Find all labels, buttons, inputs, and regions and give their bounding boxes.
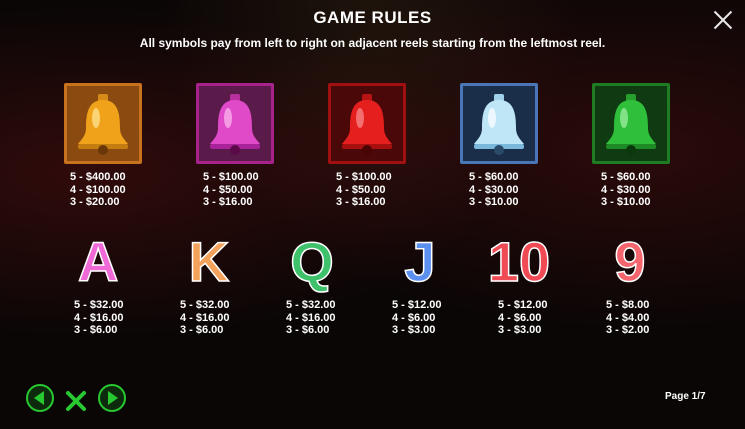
- paytable-red-bell: 5 - $100.00 4 - $50.00 3 - $16.00: [336, 171, 392, 208]
- red-bell-symbol: [328, 83, 406, 164]
- paytable-10: 5 - $12.00 4 - $6.00 3 - $3.00: [498, 299, 548, 336]
- paytable-gold-bell: 5 - $400.00 4 - $100.00 3 - $20.00: [70, 171, 126, 208]
- paytable-blue-bell: 5 - $60.00 4 - $30.00 3 - $10.00: [469, 171, 519, 208]
- paytable-green-bell: 5 - $60.00 4 - $30.00 3 - $10.00: [601, 171, 651, 208]
- pink-bell-symbol: [196, 83, 274, 164]
- bell-icon: [78, 93, 128, 155]
- blue-bell-symbol: [460, 83, 538, 164]
- close-icon[interactable]: [711, 8, 735, 32]
- symbol-q: Q: [289, 230, 334, 293]
- symbol-9: 9: [614, 230, 647, 293]
- page-subtitle: All symbols pay from left to right on ad…: [139, 36, 606, 50]
- next-page-button[interactable]: [98, 384, 126, 412]
- symbol-k: K: [188, 230, 230, 293]
- paytable-q: 5 - $32.00 4 - $16.00 3 - $6.00: [286, 299, 336, 336]
- green-x-icon[interactable]: [64, 389, 88, 413]
- background: [0, 0, 745, 429]
- arrow-left-icon: [34, 391, 44, 405]
- paytable-j: 5 - $12.00 4 - $6.00 3 - $3.00: [392, 299, 442, 336]
- page-title: GAME RULES: [313, 8, 432, 27]
- paytable-k: 5 - $32.00 4 - $16.00 3 - $6.00: [180, 299, 230, 336]
- paytable-pink-bell: 5 - $100.00 4 - $50.00 3 - $16.00: [203, 171, 259, 208]
- bell-icon: [210, 93, 260, 155]
- previous-page-button[interactable]: [26, 384, 54, 412]
- gold-bell-symbol: [64, 83, 142, 164]
- bell-icon: [342, 93, 392, 155]
- bell-icon: [606, 93, 656, 155]
- symbol-10: 10: [487, 230, 551, 293]
- paytable-9: 5 - $8.00 4 - $4.00 3 - $2.00: [606, 299, 650, 336]
- green-bell-symbol: [592, 83, 670, 164]
- bell-icon: [474, 93, 524, 155]
- symbol-j: J: [404, 230, 437, 293]
- page-indicator: Page 1/7: [665, 391, 706, 402]
- arrow-right-icon: [108, 391, 118, 405]
- symbol-a: A: [77, 230, 119, 293]
- paytable-a: 5 - $32.00 4 - $16.00 3 - $6.00: [74, 299, 124, 336]
